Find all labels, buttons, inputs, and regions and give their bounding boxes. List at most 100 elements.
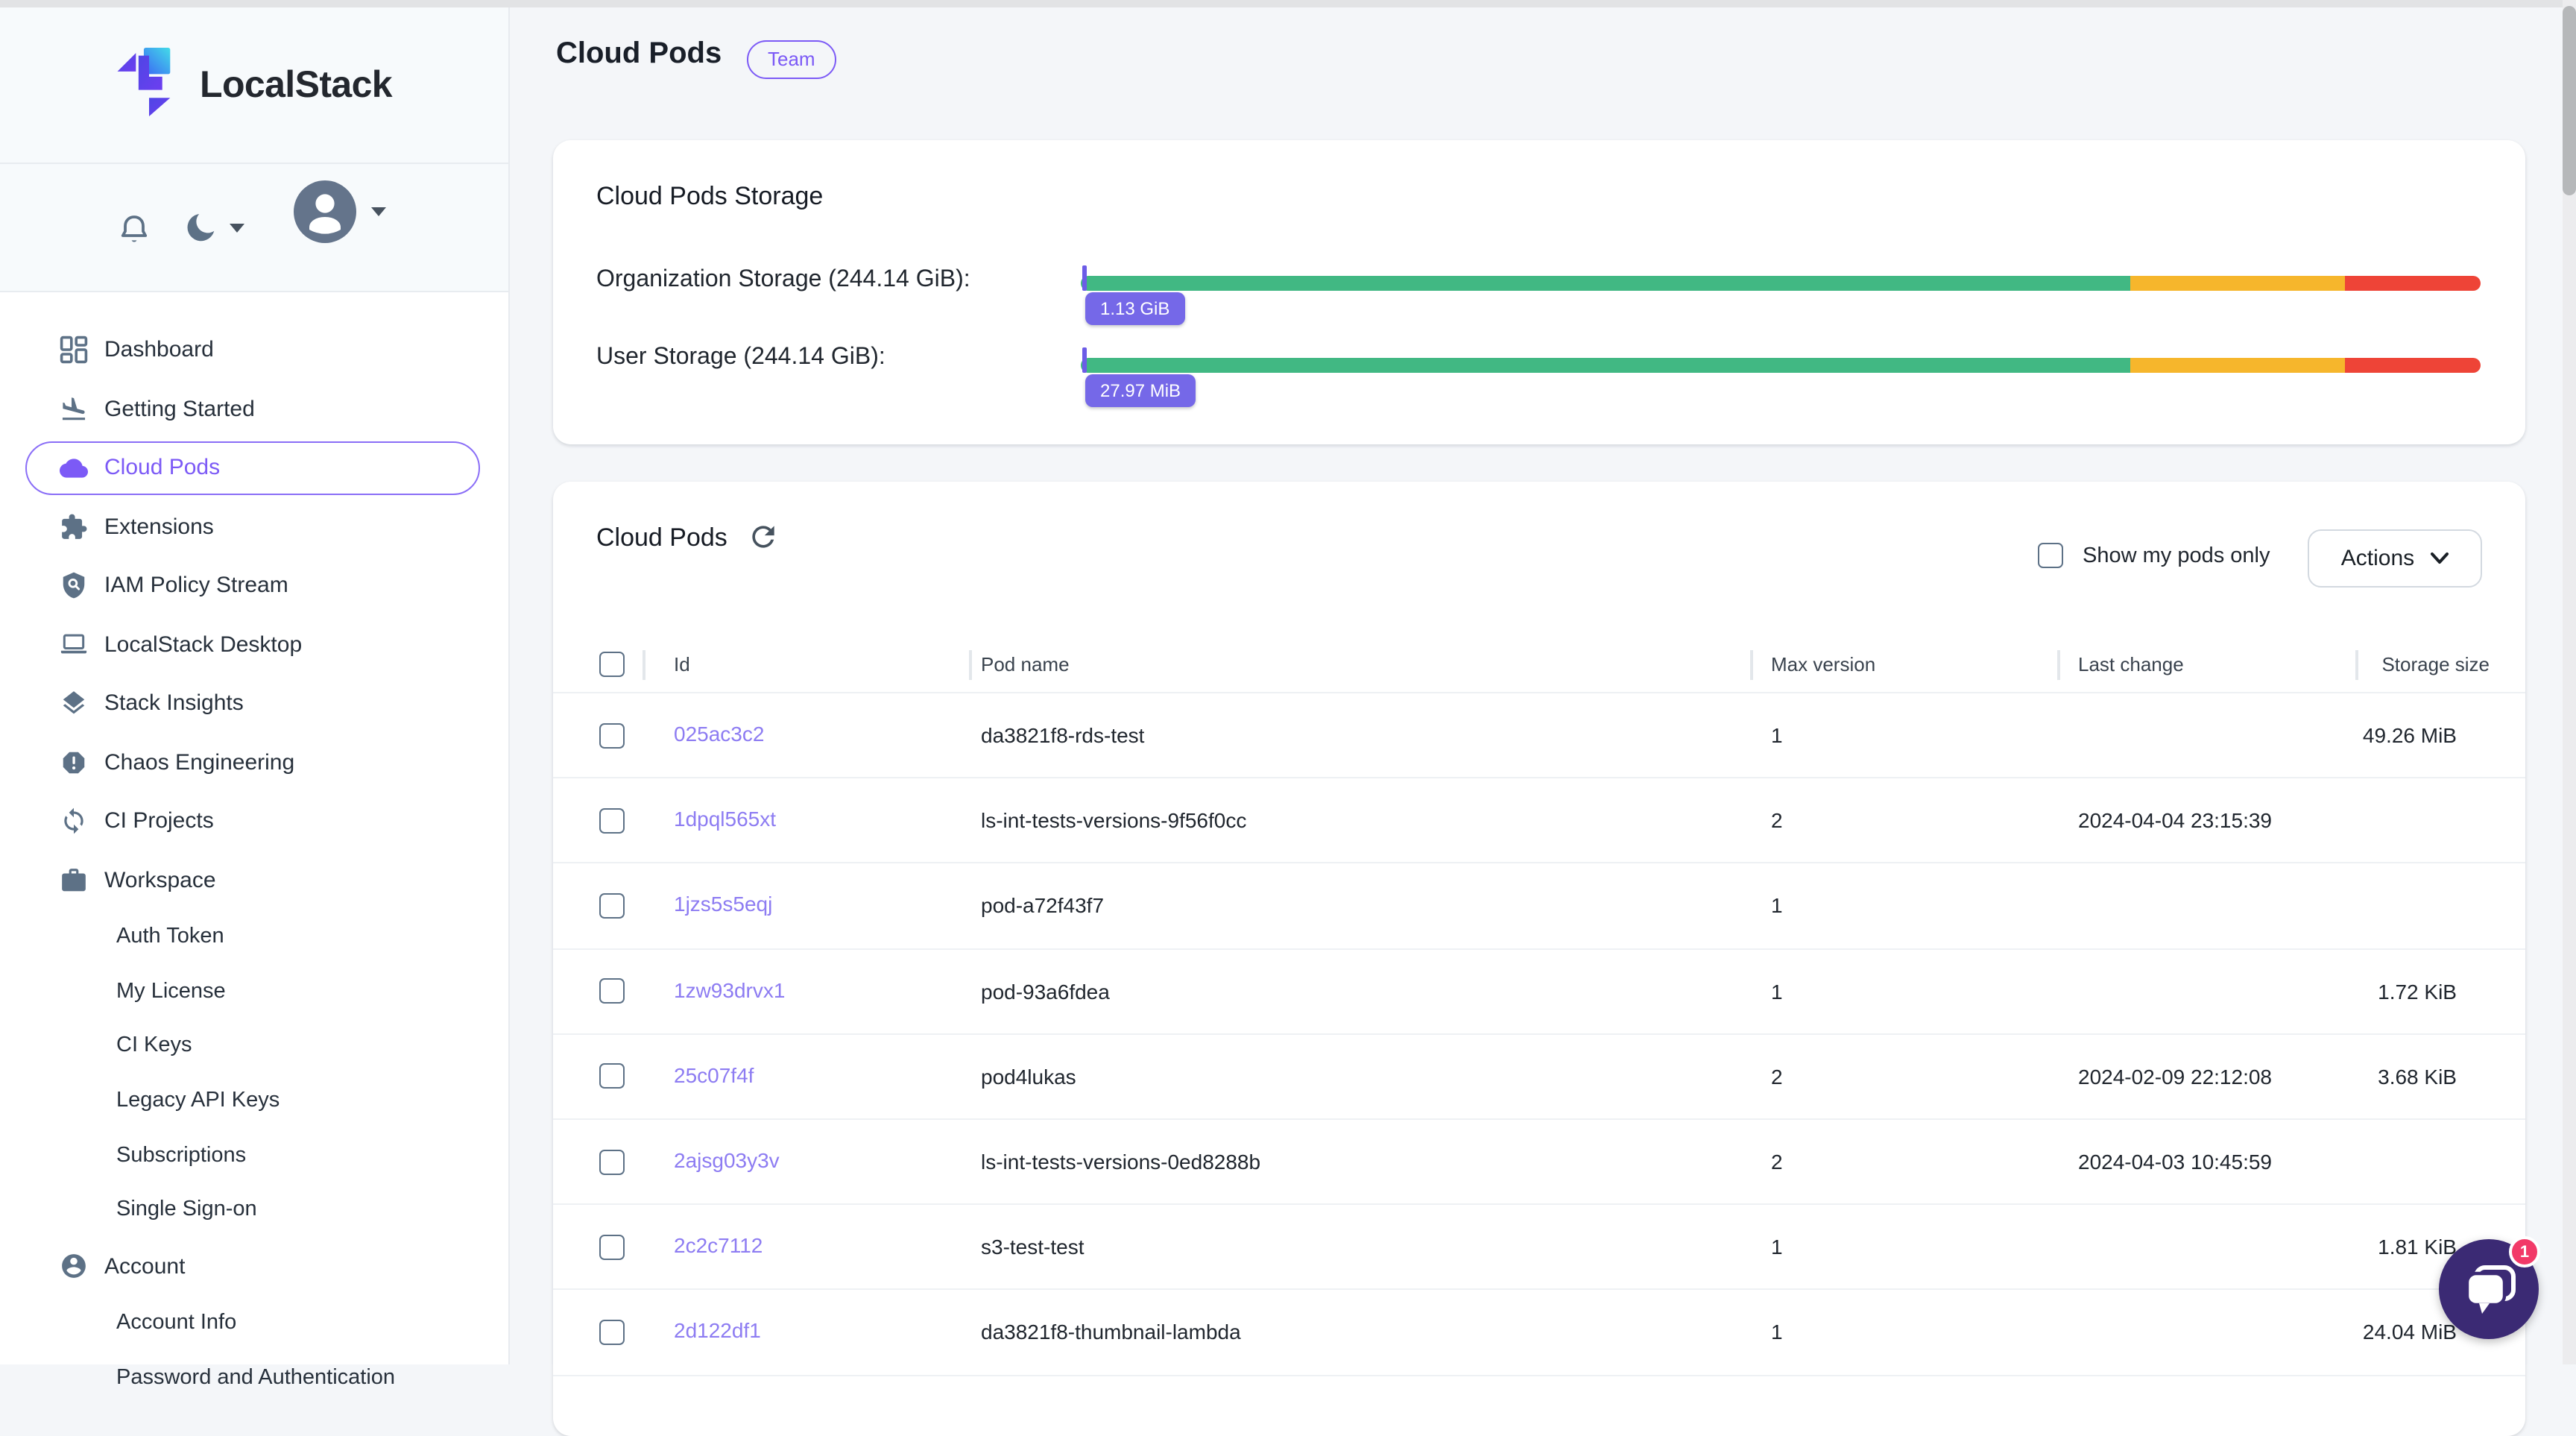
pod-id-link[interactable]: 1dpql565xt	[674, 807, 776, 831]
refresh-icon[interactable]	[747, 520, 780, 553]
row-checkbox[interactable]	[599, 722, 625, 748]
user-usage-badge: 27.97 MiB	[1085, 374, 1196, 407]
team-badge: Team	[747, 40, 836, 78]
org-usage-marker	[1082, 265, 1086, 291]
sidebar-item-stack-insights[interactable]: Stack Insights	[0, 674, 508, 733]
sidebar-item-password-authentication[interactable]: Password and Authentication	[0, 1350, 508, 1405]
dashboard-icon	[60, 336, 88, 365]
pod-name-cell: da3821f8-rds-test	[981, 723, 1771, 747]
max-version-cell: 2	[1771, 1065, 2078, 1089]
show-my-pods-label: Show my pods only	[2083, 544, 2270, 567]
pod-id-link[interactable]: 2d122df1	[674, 1319, 761, 1343]
row-checkbox[interactable]	[599, 1149, 625, 1174]
table-row: 1jzs5s5eqj pod-a72f43f7 1	[553, 864, 2525, 949]
sidebar-item-label: Workspace	[104, 868, 216, 893]
org-bar-yellow-segment	[2131, 276, 2345, 291]
org-bar-green-segment	[1081, 276, 2131, 291]
sidebar-item-ci-keys[interactable]: CI Keys	[0, 1018, 508, 1073]
sidebar-utility-bar	[0, 164, 508, 292]
sidebar-item-ci-projects[interactable]: CI Projects	[0, 792, 508, 851]
sidebar-item-label: Subscriptions	[116, 1143, 246, 1167]
column-header-max-version[interactable]: Max version	[1771, 653, 2078, 676]
table-row: 2c2c7112 s3-test-test 1 1.81 KiB	[553, 1205, 2525, 1290]
org-usage-badge: 1.13 GiB	[1085, 292, 1184, 325]
pod-name-cell: pod4lukas	[981, 1065, 1771, 1089]
user-menu[interactable]	[292, 179, 386, 245]
sidebar-nav: Dashboard Getting Started	[0, 292, 508, 1405]
table-body: 025ac3c2 da3821f8-rds-test 1 49.26 MiB 1…	[553, 693, 2525, 1376]
sidebar-item-chaos-engineering[interactable]: Chaos Engineering	[0, 733, 508, 792]
pod-name-cell: da3821f8-thumbnail-lambda	[981, 1320, 1771, 1344]
sidebar-item-account[interactable]: Account	[0, 1237, 508, 1296]
max-version-cell: 1	[1771, 1235, 2078, 1259]
pod-id-link[interactable]: 2ajsg03y3v	[674, 1148, 780, 1172]
sync-icon	[60, 807, 88, 836]
show-my-pods-checkbox[interactable]	[2038, 543, 2063, 568]
sidebar-item-extensions[interactable]: Extensions	[0, 497, 508, 556]
sidebar-item-label: Password and Authentication	[116, 1366, 395, 1390]
sidebar-item-subscriptions[interactable]: Subscriptions	[0, 1128, 508, 1183]
actions-button[interactable]: Actions	[2308, 529, 2482, 588]
show-my-pods-filter[interactable]: Show my pods only	[2038, 543, 2270, 568]
table-row: 025ac3c2 da3821f8-rds-test 1 49.26 MiB	[553, 693, 2525, 778]
sidebar-item-getting-started[interactable]: Getting Started	[0, 380, 508, 438]
sidebar-item-label: Dashboard	[104, 338, 214, 363]
sidebar-item-label: Account Info	[116, 1311, 236, 1335]
select-all-checkbox[interactable]	[599, 652, 625, 677]
briefcase-icon	[60, 866, 88, 895]
sidebar-logo-area: LocalStack	[0, 0, 508, 164]
table-row: 25c07f4f pod4lukas 2 2024-02-09 22:12:08…	[553, 1035, 2525, 1120]
pod-name-cell: pod-93a6fdea	[981, 979, 1771, 1003]
column-header-last-change[interactable]: Last change	[2078, 653, 2355, 676]
column-separator	[969, 650, 971, 680]
pod-id-link[interactable]: 25c07f4f	[674, 1063, 754, 1087]
sidebar-item-cloud-pods[interactable]: Cloud Pods	[0, 438, 508, 497]
sidebar-item-label: Extensions	[104, 514, 214, 540]
cloud-pods-storage-card: Cloud Pods Storage Organization Storage …	[553, 140, 2525, 444]
chevron-down-icon	[230, 223, 244, 232]
row-checkbox[interactable]	[599, 893, 625, 919]
vertical-scrollbar-track[interactable]	[2563, 0, 2576, 1364]
chat-widget-button[interactable]: 1	[2439, 1239, 2539, 1339]
row-checkbox[interactable]	[599, 808, 625, 834]
plane-landing-icon	[60, 395, 88, 423]
row-checkbox[interactable]	[599, 1320, 625, 1345]
row-checkbox[interactable]	[599, 1234, 625, 1259]
pod-id-link[interactable]: 1zw93drvx1	[674, 977, 785, 1001]
app-window: LocalStack	[0, 0, 2576, 1364]
alert-octagon-icon	[60, 749, 88, 777]
sidebar-item-workspace[interactable]: Workspace	[0, 851, 508, 910]
sidebar-item-my-license[interactable]: My License	[0, 964, 508, 1018]
pod-id-link[interactable]: 1jzs5s5eqj	[674, 892, 772, 916]
notifications-bell-icon[interactable]	[116, 212, 152, 248]
storage-card-title: Cloud Pods Storage	[596, 182, 823, 212]
localstack-logo-icon	[115, 45, 183, 127]
theme-toggle[interactable]	[185, 210, 244, 245]
vertical-scrollbar-thumb[interactable]	[2563, 6, 2576, 195]
last-change-cell: 2024-02-09 22:12:08	[2078, 1065, 2355, 1089]
max-version-cell: 2	[1771, 1150, 2078, 1174]
sidebar-item-dashboard[interactable]: Dashboard	[0, 321, 508, 380]
max-version-cell: 1	[1771, 1320, 2078, 1344]
sidebar-item-auth-token[interactable]: Auth Token	[0, 910, 508, 964]
column-header-id[interactable]: Id	[674, 653, 981, 676]
sidebar: LocalStack	[0, 0, 510, 1364]
sidebar-item-label: Chaos Engineering	[104, 750, 294, 775]
row-checkbox[interactable]	[599, 978, 625, 1004]
user-storage-bar: 27.97 MiB	[1081, 358, 2481, 373]
sidebar-item-label: Auth Token	[116, 925, 224, 949]
sidebar-item-localstack-desktop[interactable]: LocalStack Desktop	[0, 615, 508, 674]
sidebar-item-label: My License	[116, 980, 226, 1004]
pod-id-link[interactable]: 025ac3c2	[674, 722, 764, 746]
sidebar-item-label: Account	[104, 1254, 185, 1279]
column-header-storage-size[interactable]: Storage size	[2355, 653, 2490, 676]
sidebar-item-iam-policy-stream[interactable]: IAM Policy Stream	[0, 556, 508, 615]
pod-name-cell: s3-test-test	[981, 1235, 1771, 1259]
column-header-pod-name[interactable]: Pod name	[981, 653, 1771, 676]
sidebar-item-account-info[interactable]: Account Info	[0, 1296, 508, 1350]
row-checkbox[interactable]	[599, 1064, 625, 1089]
sidebar-item-single-sign-on[interactable]: Single Sign-on	[0, 1183, 508, 1237]
sidebar-item-legacy-api-keys[interactable]: Legacy API Keys	[0, 1074, 508, 1128]
pod-id-link[interactable]: 2c2c7112	[674, 1233, 763, 1257]
user-bar-green-segment	[1081, 358, 2131, 373]
